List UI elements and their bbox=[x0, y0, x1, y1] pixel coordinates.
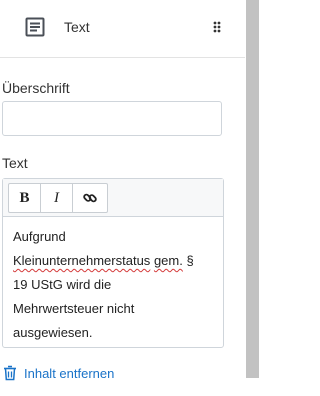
italic-button[interactable]: I bbox=[41, 184, 73, 212]
remove-content-label: Inhalt entfernen bbox=[24, 365, 115, 381]
drag-handle-icon[interactable] bbox=[212, 20, 222, 34]
heading-input[interactable] bbox=[2, 101, 222, 136]
content-line: Aufgrund bbox=[13, 229, 66, 244]
content-line: Mehrwertsteuer nicht bbox=[13, 301, 135, 316]
trash-icon bbox=[4, 365, 16, 381]
misspelled-word: gem. bbox=[153, 253, 183, 268]
remove-content-link[interactable]: Inhalt entfernen bbox=[3, 365, 114, 381]
content-line: ausgewiesen. bbox=[13, 325, 93, 340]
content-text: § bbox=[186, 253, 194, 268]
link-icon bbox=[83, 193, 97, 203]
scrollbar-thumb[interactable] bbox=[246, 0, 259, 378]
editor-content[interactable]: Aufgrund Kleinunternehmerstatus gem. § 1… bbox=[13, 225, 219, 345]
editor-toolbar: B I bbox=[3, 179, 223, 217]
content-line: Kleinunternehmerstatus gem. § bbox=[13, 249, 219, 273]
misspelled-word: Kleinunternehmerstatus bbox=[13, 253, 151, 268]
text-block-icon bbox=[25, 17, 45, 37]
block-header: Text bbox=[0, 0, 245, 58]
text-label: Text bbox=[2, 155, 28, 171]
rich-text-editor: B I Aufgrund Kleinunternehmerstatus gem.… bbox=[2, 178, 224, 348]
bold-button[interactable]: B bbox=[9, 184, 41, 212]
block-settings-panel: Text Überschrift Text B I Aufgrund Klein… bbox=[0, 0, 245, 396]
content-line: 19 UStG wird die bbox=[13, 277, 112, 292]
heading-label: Überschrift bbox=[2, 80, 70, 96]
format-button-group: B I bbox=[8, 183, 108, 213]
block-title: Text bbox=[64, 19, 90, 35]
link-button[interactable] bbox=[73, 184, 107, 212]
